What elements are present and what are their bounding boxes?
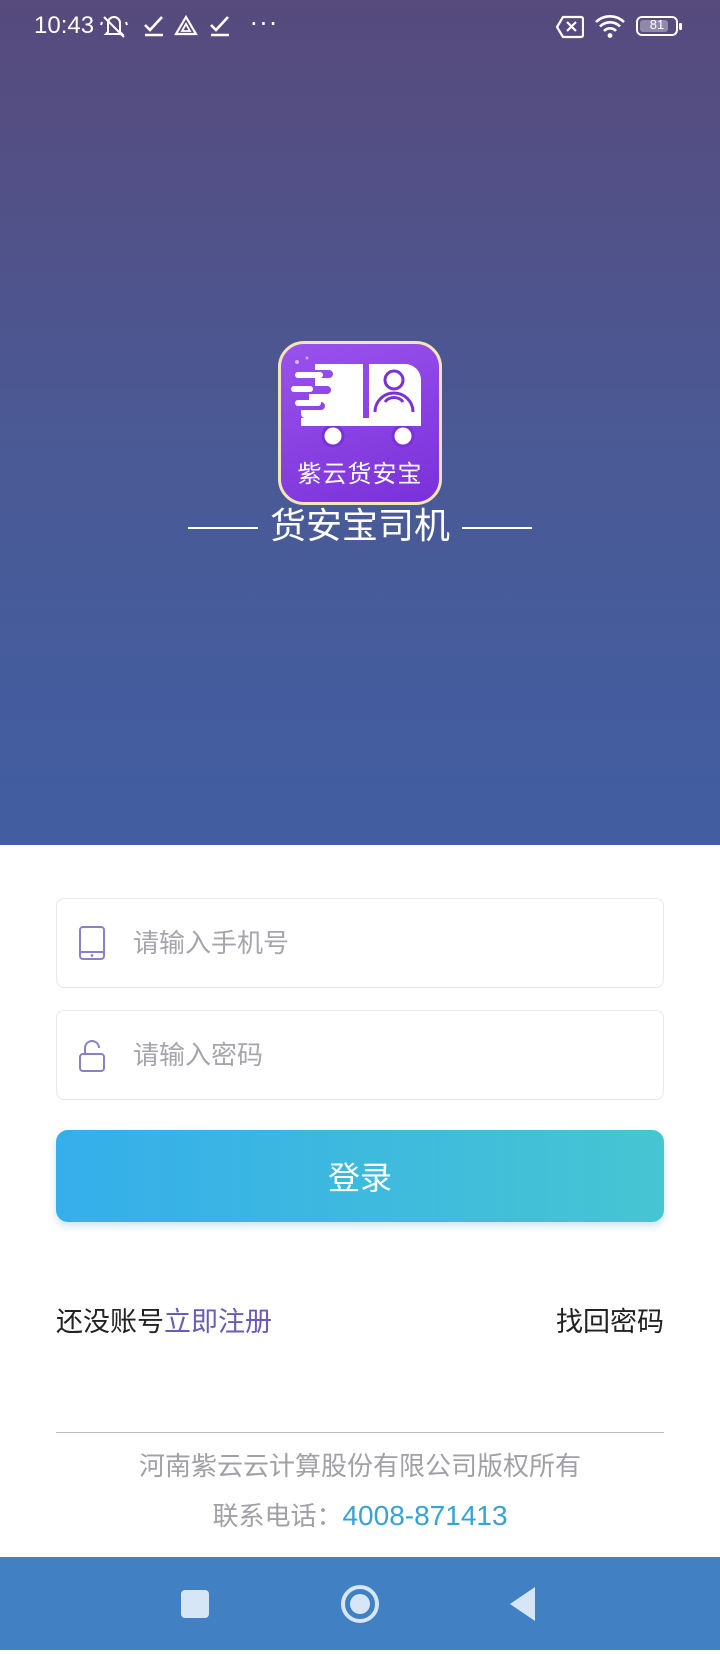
app-title-row: 货安宝司机	[0, 502, 720, 552]
battery-percent: 81	[649, 17, 665, 32]
footer-divider	[56, 1432, 664, 1433]
home-button[interactable]	[300, 1557, 420, 1650]
register-link[interactable]: 立即注册	[164, 1307, 272, 1338]
square-icon	[181, 1590, 209, 1618]
more-notifications-indicator: ···	[250, 10, 279, 38]
battery-nub	[679, 23, 682, 30]
mute-vibrate-icon	[100, 16, 128, 38]
recents-button[interactable]	[135, 1557, 255, 1650]
account-links: 还没账号立即注册 找回密码	[56, 1300, 664, 1340]
status-time: 10:43	[34, 12, 95, 39]
contact-label: 联系电话：	[212, 1502, 343, 1532]
circle-icon	[341, 1585, 379, 1623]
app-logo-text: 紫云货安宝	[297, 460, 423, 488]
password-field[interactable]	[56, 1010, 664, 1101]
phone-input[interactable]	[131, 899, 645, 989]
phone-icon	[79, 926, 105, 960]
forgot-password-link[interactable]: 找回密码	[556, 1300, 664, 1339]
copyright-text: 河南紫云云计算股份有限公司版权所有	[138, 1452, 581, 1482]
drive-icon	[174, 14, 198, 36]
system-navigation-bar	[0, 1557, 720, 1650]
check-icon	[210, 16, 229, 37]
title-left-rule	[187, 527, 258, 529]
no-sim-icon	[556, 15, 584, 39]
back-button[interactable]	[463, 1557, 583, 1650]
phone-field[interactable]	[56, 898, 664, 989]
check-icon	[144, 16, 163, 37]
password-input[interactable]	[131, 1011, 645, 1101]
contact-line: 联系电话：4008-871413	[0, 1496, 720, 1533]
app-logo: 紫云货安宝	[278, 341, 442, 505]
truck-icon	[291, 356, 421, 448]
app-title: 货安宝司机	[269, 506, 450, 547]
triangle-back-icon	[510, 1587, 535, 1621]
no-account-text: 还没账号	[56, 1307, 164, 1338]
wifi-icon	[595, 15, 625, 38]
status-bar: 10:43 ··· 81	[0, 0, 720, 56]
title-right-rule	[462, 527, 532, 529]
battery-icon: 81	[636, 16, 682, 36]
login-button[interactable]: 登录	[56, 1130, 664, 1222]
register-prompt: 还没账号立即注册	[56, 1300, 272, 1339]
contact-phone-link[interactable]: 4008-871413	[342, 1500, 507, 1531]
lock-icon	[79, 1040, 105, 1072]
